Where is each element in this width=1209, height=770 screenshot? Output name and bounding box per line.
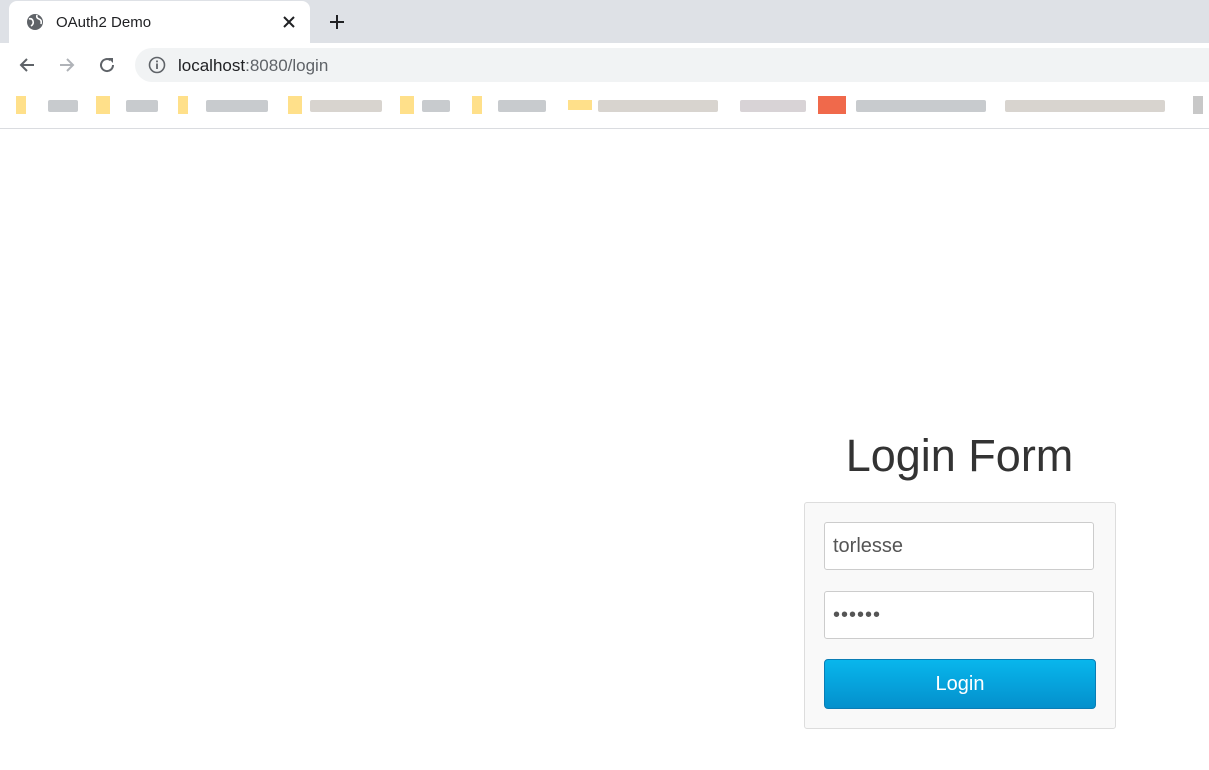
url-text: localhost:8080/login <box>178 56 328 76</box>
bookmark-item[interactable] <box>818 96 993 120</box>
folder-icon <box>472 96 482 114</box>
password-field[interactable]: •••••• <box>824 591 1094 639</box>
bookmark-item[interactable] <box>96 96 166 120</box>
bookmark-blur <box>1193 96 1203 114</box>
bookmark-blur <box>598 100 718 112</box>
bookmark-item[interactable] <box>740 96 810 120</box>
bookmark-item[interactable] <box>1193 96 1209 120</box>
reload-icon[interactable] <box>95 53 119 77</box>
username-field[interactable]: torlesse <box>824 522 1094 570</box>
plus-icon[interactable] <box>326 11 348 33</box>
folder-icon <box>178 96 188 114</box>
bookmark-item[interactable] <box>400 96 455 120</box>
browser-tab[interactable]: OAuth2 Demo <box>9 1 310 43</box>
folder-icon <box>96 96 110 114</box>
url-host: localhost <box>178 56 246 75</box>
bookmark-blur <box>856 100 986 112</box>
bookmark-item[interactable] <box>1005 96 1170 120</box>
bookmark-blur <box>740 100 806 112</box>
address-bar[interactable]: localhost:8080/login <box>135 48 1209 82</box>
back-arrow-icon[interactable] <box>15 53 39 77</box>
page-title: Login Form <box>845 430 1074 481</box>
bookmark-blur <box>48 100 78 112</box>
url-path: :8080/login <box>245 56 329 75</box>
bookmark-blur <box>206 100 268 112</box>
bookmark-item[interactable] <box>178 96 273 120</box>
bookmark-blur <box>126 100 158 112</box>
bookmark-item[interactable] <box>472 96 552 120</box>
browser-toolbar: localhost:8080/login <box>0 43 1209 88</box>
login-form: torlesse •••••• Login <box>804 502 1116 729</box>
info-icon[interactable] <box>148 56 166 74</box>
bookmark-item[interactable] <box>288 96 388 120</box>
tab-strip: OAuth2 Demo <box>0 0 1209 43</box>
close-icon[interactable] <box>279 12 299 32</box>
bookmark-blur <box>1005 100 1165 112</box>
folder-icon <box>568 100 592 110</box>
folder-icon <box>400 96 414 114</box>
folder-icon <box>288 96 302 114</box>
site-icon <box>818 96 846 114</box>
bookmarks-bar <box>0 88 1209 129</box>
bookmark-item[interactable] <box>568 96 728 120</box>
tab-title: OAuth2 Demo <box>56 14 152 31</box>
forward-arrow-icon[interactable] <box>55 53 79 77</box>
globe-icon <box>27 14 43 30</box>
login-button[interactable]: Login <box>824 659 1096 709</box>
folder-icon <box>16 96 26 114</box>
bookmark-item[interactable] <box>16 96 86 120</box>
bookmark-blur <box>498 100 546 112</box>
bookmark-blur <box>422 100 450 112</box>
bookmark-blur <box>310 100 382 112</box>
